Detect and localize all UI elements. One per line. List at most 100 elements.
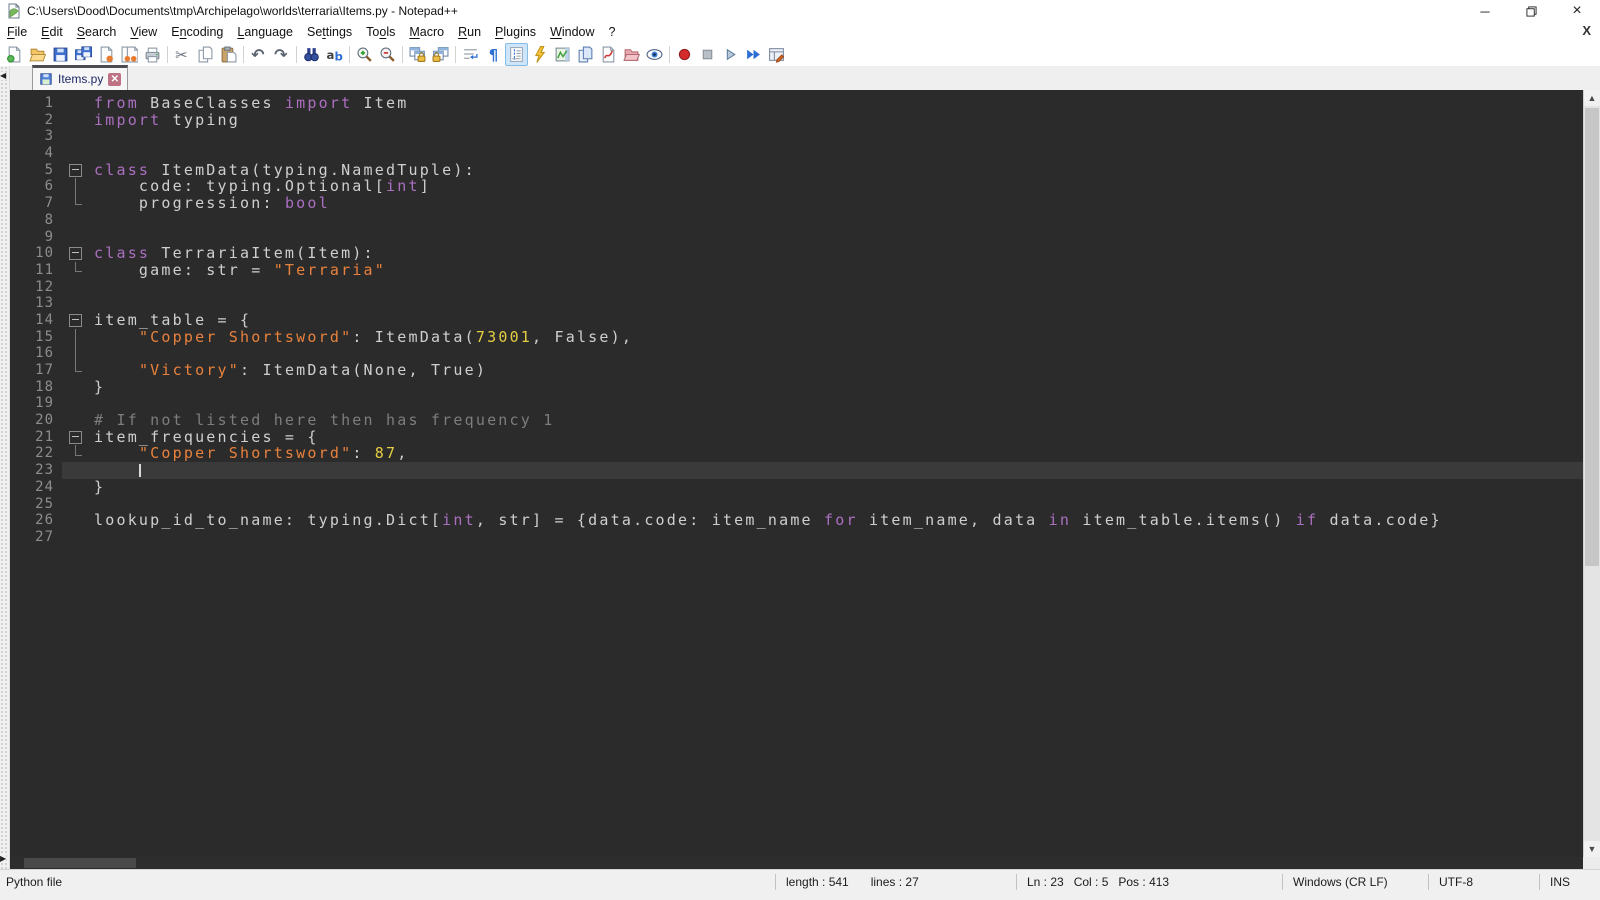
menu-item-help[interactable]: ? [602,23,623,41]
print-icon[interactable] [141,43,164,66]
code-line[interactable]: 1from BaseClasses import Item [10,95,1583,112]
new-file-icon[interactable] [3,43,26,66]
fold-collapse-icon[interactable] [62,245,88,262]
code-line[interactable]: 13 [10,295,1583,312]
code-line[interactable]: 26lookup_id_to_name: typing.Dict[int, st… [10,512,1583,529]
indent-guide-icon[interactable] [505,43,528,66]
menu-item-search[interactable]: Search [70,23,124,41]
code-line[interactable]: 12 [10,279,1583,296]
fold-collapse-icon[interactable] [62,312,88,329]
horizontal-scrollbar[interactable] [10,857,1583,869]
menu-item-window[interactable]: Window [543,23,601,41]
document-switcher-icon[interactable] [574,43,597,66]
code-line[interactable]: 7 progression: bool [10,195,1583,212]
status-encoding[interactable]: UTF-8 [1428,874,1539,890]
code-line[interactable]: 17 "Victory": ItemData(None, True) [10,362,1583,379]
macro-play-icon[interactable] [719,43,742,66]
code-line[interactable]: 23 [10,462,1583,479]
zoom-out-icon[interactable] [376,43,399,66]
close-all-icon[interactable] [118,43,141,66]
dock-arrow-top-icon[interactable]: ◀ [0,72,6,80]
menu-item-edit[interactable]: Edit [34,23,70,41]
document-map-icon[interactable] [551,43,574,66]
macro-record-icon[interactable] [673,43,696,66]
status-eol-format[interactable]: Windows (CR LF) [1282,874,1428,890]
code-line[interactable]: 22 "Copper Shortsword": 87, [10,445,1583,462]
code-line[interactable]: 5class ItemData(typing.NamedTuple): [10,162,1583,179]
code-line[interactable]: 15 "Copper Shortsword": ItemData(73001, … [10,329,1583,346]
minimize-button-icon[interactable]: ─ [1462,0,1508,22]
replace-icon[interactable]: ab [323,43,346,66]
fold-collapse-icon[interactable] [62,429,88,446]
code-line[interactable]: 24} [10,479,1583,496]
copy-icon[interactable] [194,43,217,66]
macro-stop-icon[interactable] [696,43,719,66]
zoom-in-icon[interactable] [353,43,376,66]
code-editor[interactable]: 1from BaseClasses import Item2import typ… [10,90,1583,857]
dock-arrow-bottom-icon[interactable]: ▶ [0,855,6,863]
status-length-lines[interactable]: length : 541 lines : 27 [775,874,1016,890]
find-icon[interactable] [300,43,323,66]
redo-icon[interactable]: ↷ [270,43,293,66]
scroll-down-icon[interactable]: ▼ [1584,841,1600,857]
code-line[interactable]: 3 [10,128,1583,145]
code-line[interactable]: 16 [10,345,1583,362]
vertical-scrollbar[interactable]: ▲ ▼ [1583,90,1600,857]
save-all-icon[interactable] [72,43,95,66]
code-line[interactable]: 21item_frequencies = { [10,429,1583,446]
menu-item-run[interactable]: Run [451,23,488,41]
code-line[interactable]: 6 code: typing.Optional[int] [10,178,1583,195]
restore-button-icon[interactable] [1508,0,1554,22]
paste-icon[interactable] [217,43,240,66]
folder-as-workspace-icon[interactable] [620,43,643,66]
monitoring-icon[interactable] [597,43,620,66]
close-file-icon[interactable] [95,43,118,66]
code-line[interactable]: 20# If not listed here then has frequenc… [10,412,1583,429]
undo-icon[interactable]: ↶ [247,43,270,66]
code-line[interactable]: 19 [10,395,1583,412]
menu-item-file[interactable]: File [0,23,34,41]
code-line[interactable]: 2import typing [10,112,1583,129]
function-list-icon[interactable] [528,43,551,66]
macro-edit-icon[interactable] [765,43,788,66]
sync-vertical-icon[interactable] [406,43,429,66]
code-line[interactable]: 14item_table = { [10,312,1583,329]
code-line[interactable]: 8 [10,212,1583,229]
code-line[interactable]: 10class TerrariaItem(Item): [10,245,1583,262]
hscroll-thumb[interactable] [24,858,136,868]
dock-strip[interactable]: ◀ ▶ [0,66,10,869]
view-file-icon[interactable] [643,43,666,66]
tab-items-py[interactable]: Items.py ✕ [32,65,128,90]
code-line[interactable]: 4 [10,145,1583,162]
menu-item-language[interactable]: Language [230,23,300,41]
fold-margin [62,145,88,162]
code-line[interactable]: 25 [10,496,1583,513]
code-line[interactable]: 27 [10,529,1583,546]
menu-item-plugins[interactable]: Plugins [488,23,543,41]
code-line[interactable]: 11 game: str = "Terraria" [10,262,1583,279]
save-file-icon[interactable] [49,43,72,66]
show-all-characters-icon[interactable]: ¶ [482,43,505,66]
status-insert-mode[interactable]: INS [1539,874,1600,890]
code-line[interactable]: 18} [10,379,1583,396]
open-file-icon[interactable] [26,43,49,66]
menubar-close-doc-icon[interactable]: X [1582,23,1591,38]
tab-close-icon[interactable]: ✕ [108,73,121,86]
cut-icon[interactable]: ✂ [171,43,194,66]
menu-item-tools[interactable]: Tools [359,23,402,41]
status-doc-type[interactable]: Python file [0,874,775,890]
code-line[interactable]: 9 [10,229,1583,246]
scroll-up-icon[interactable]: ▲ [1584,90,1600,106]
sync-horizontal-icon[interactable] [429,43,452,66]
vscroll-track[interactable] [1584,106,1600,841]
fold-collapse-icon[interactable] [62,162,88,179]
menu-item-encoding[interactable]: Encoding [164,23,230,41]
macro-run-multiple-icon[interactable] [742,43,765,66]
menu-item-settings[interactable]: Settings [300,23,359,41]
close-button-icon[interactable]: × [1554,0,1600,22]
vscroll-thumb[interactable] [1585,108,1599,566]
status-cursor-position[interactable]: Ln : 23 Col : 5 Pos : 413 [1016,874,1282,890]
word-wrap-icon[interactable] [459,43,482,66]
menu-item-macro[interactable]: Macro [402,23,451,41]
menu-item-view[interactable]: View [123,23,164,41]
